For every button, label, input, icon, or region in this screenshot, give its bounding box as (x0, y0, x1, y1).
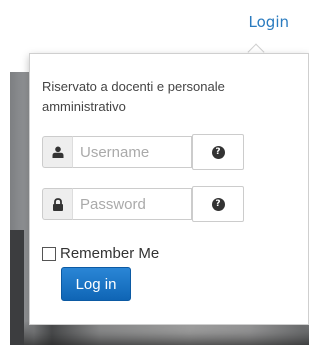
page: Login Riservato a docenti e personale am… (0, 0, 309, 345)
lock-icon (42, 188, 72, 220)
remember-me[interactable]: Remember Me (42, 242, 159, 262)
password-help-button[interactable]: ? (192, 186, 244, 222)
password-input[interactable] (72, 188, 192, 220)
login-dropdown: Riservato a docenti e personale amminist… (29, 53, 309, 325)
background-shadow (10, 230, 24, 345)
password-row: ? (42, 186, 244, 222)
username-help-button[interactable]: ? (192, 134, 244, 170)
username-row: ? (42, 134, 244, 170)
question-circle-icon: ? (211, 145, 225, 159)
remember-me-checkbox[interactable] (42, 247, 56, 261)
access-note: Riservato a docenti e personale amminist… (42, 79, 225, 114)
user-icon (42, 136, 72, 168)
question-circle-icon: ? (211, 197, 225, 211)
login-link[interactable]: Login (249, 13, 289, 31)
username-input[interactable] (72, 136, 192, 168)
login-submit-button[interactable]: Log in (61, 267, 131, 301)
remember-me-label: Remember Me (60, 245, 160, 262)
